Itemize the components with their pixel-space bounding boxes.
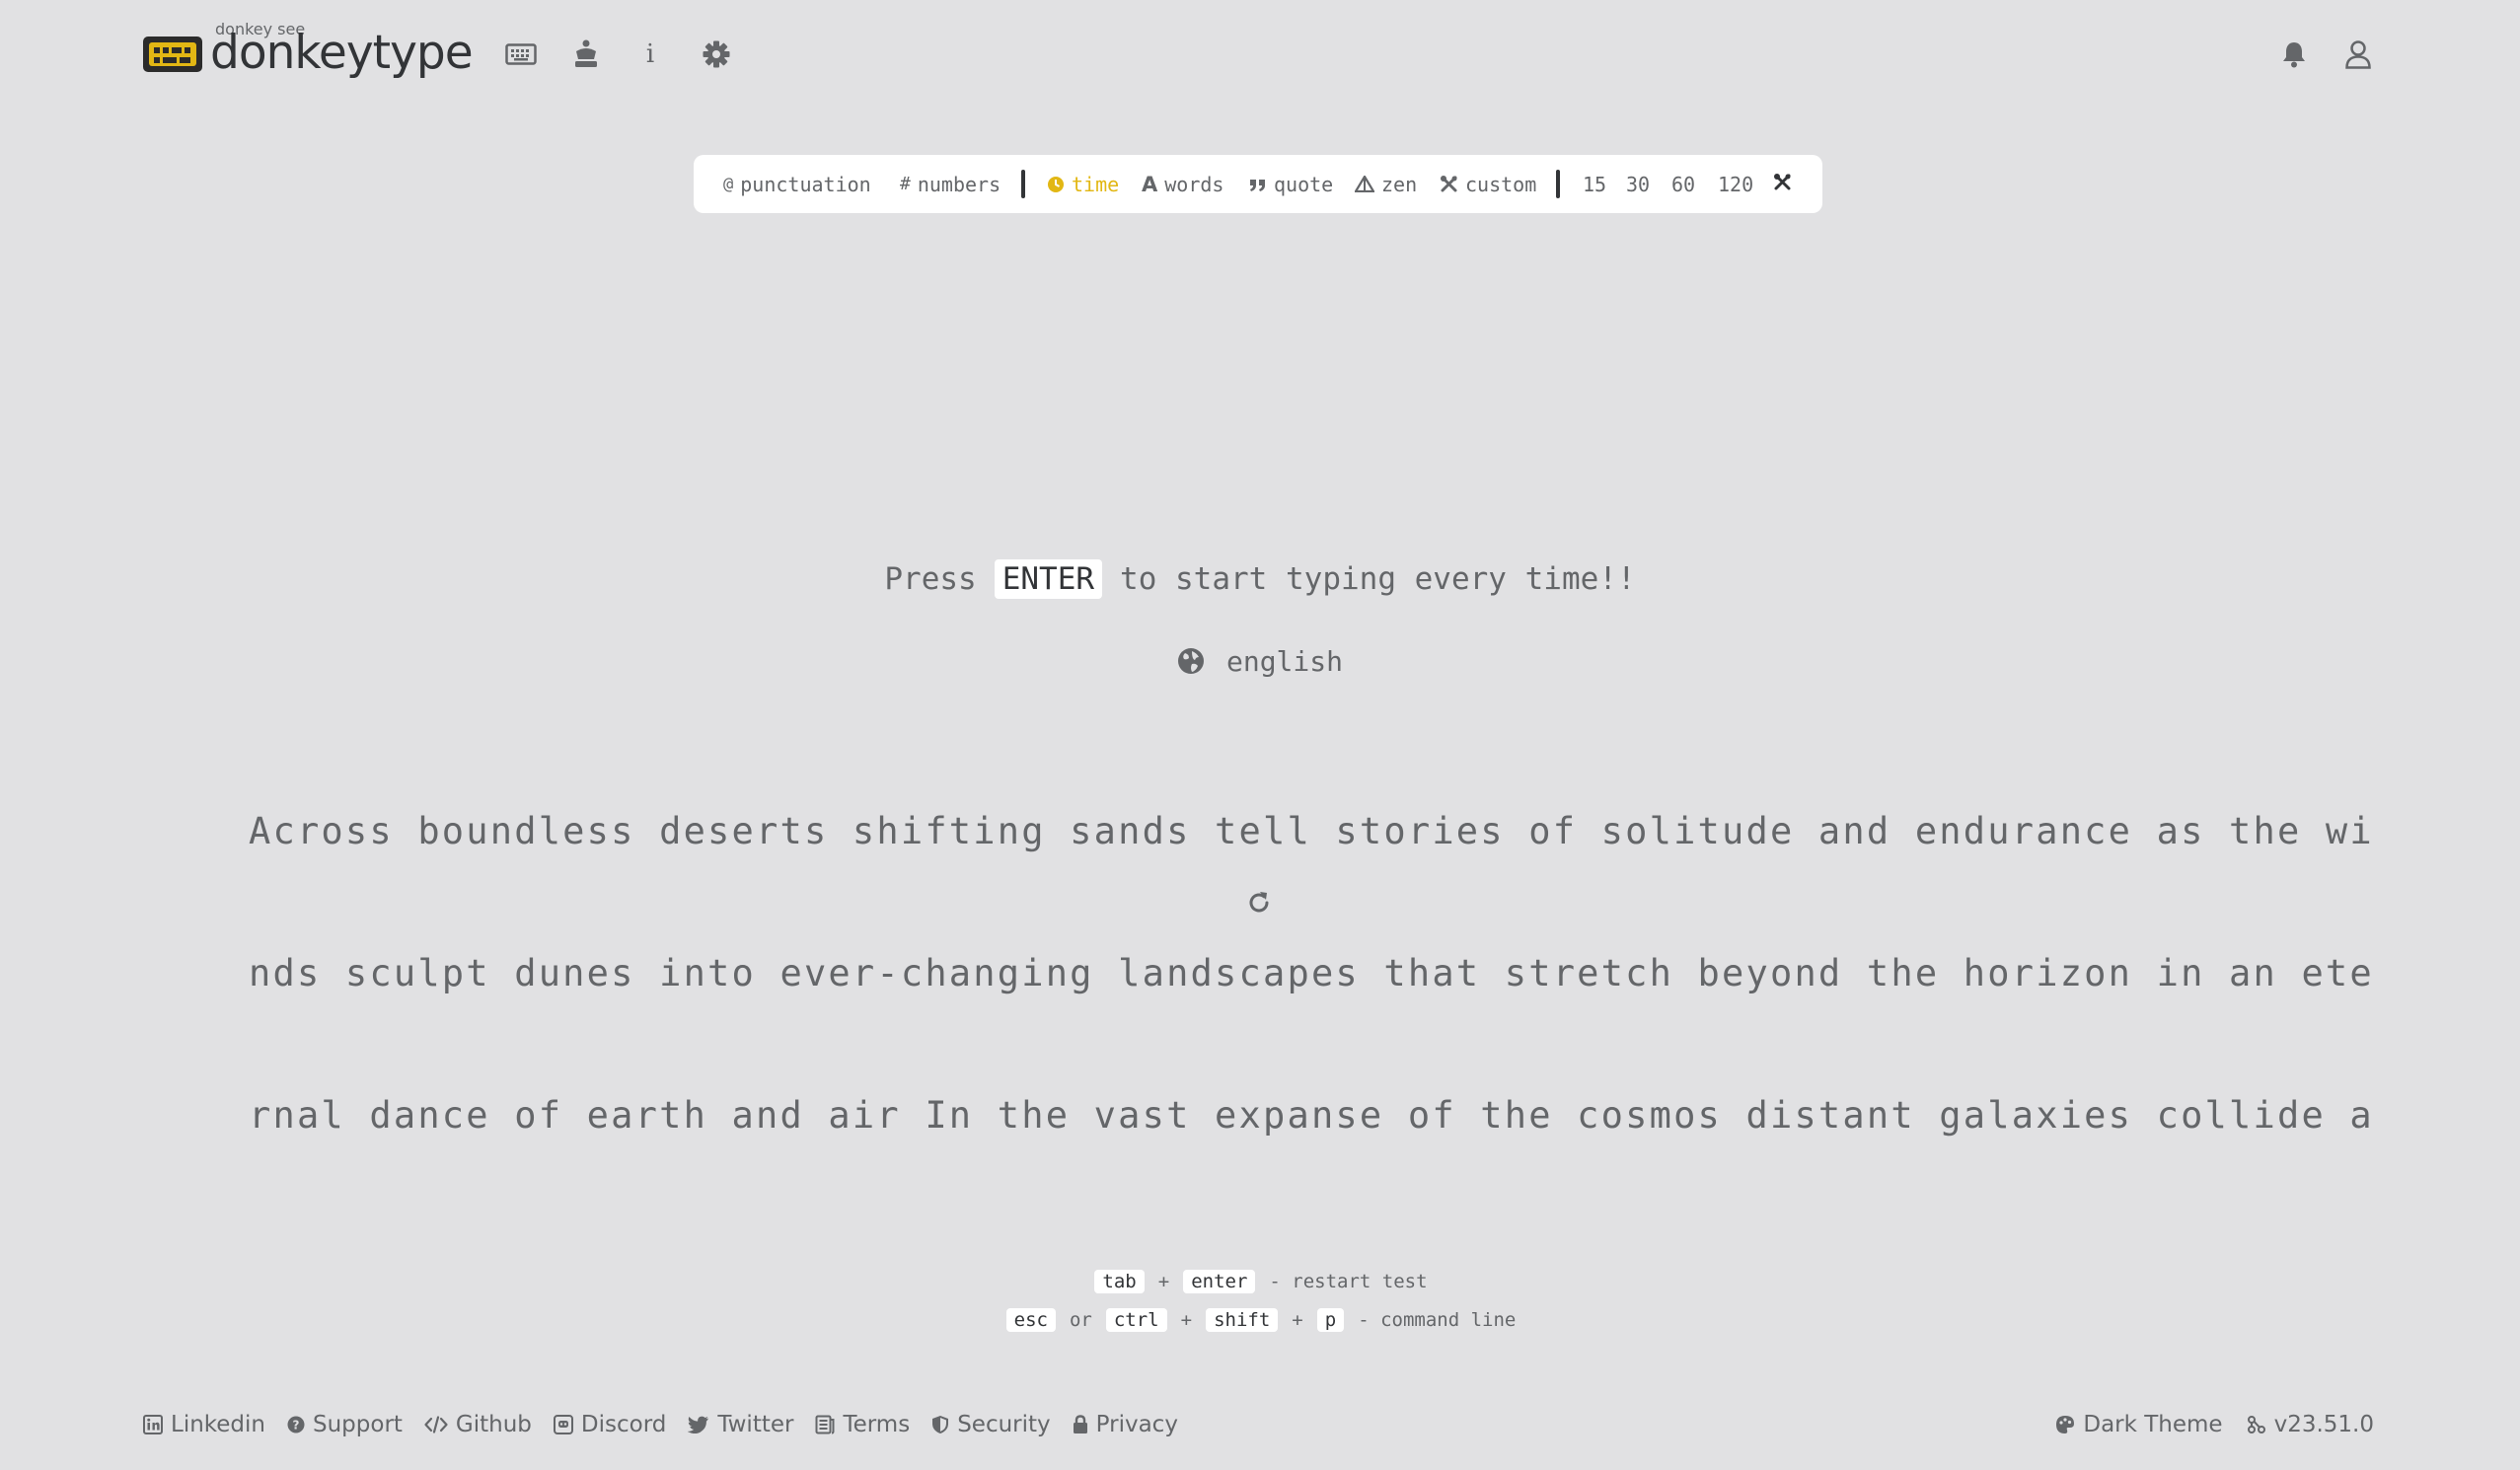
time-label: time xyxy=(1072,172,1120,196)
language-label: english xyxy=(1225,644,1343,678)
keyboard-logo-icon xyxy=(143,37,202,72)
twitter-icon xyxy=(688,1416,709,1433)
shield-icon xyxy=(931,1415,949,1434)
footer-right: Dark Theme v23.51.0 xyxy=(2032,1409,2374,1440)
hint-description: - command line xyxy=(1358,1309,1517,1331)
footer-link-label: Privacy xyxy=(1095,1412,1178,1437)
restart-button[interactable] xyxy=(1242,888,1276,921)
branch-icon xyxy=(2247,1415,2266,1434)
test-config-bar: @ punctuation # numbers time A words quo… xyxy=(694,155,1822,213)
code-icon xyxy=(424,1416,448,1433)
globe-icon xyxy=(1177,647,1205,675)
key-enter: enter xyxy=(1183,1270,1256,1293)
tools-icon xyxy=(1440,175,1458,193)
punctuation-label: punctuation xyxy=(740,172,871,196)
hash-icon: # xyxy=(900,174,911,194)
tools-icon xyxy=(1773,173,1792,196)
words-line: rnal dance of earth and air In the vast … xyxy=(249,1094,2374,1137)
svg-text:?: ? xyxy=(293,1419,300,1433)
mountain-icon xyxy=(1355,176,1374,192)
version-button[interactable]: v23.51.0 xyxy=(2247,1412,2374,1437)
plus-sign: + xyxy=(1292,1309,1303,1331)
config-divider xyxy=(1556,170,1560,198)
key-ctrl: ctrl xyxy=(1105,1308,1167,1332)
key-shift: shift xyxy=(1206,1308,1279,1332)
footer-link-support[interactable]: ? Support xyxy=(287,1412,403,1437)
enter-key: ENTER xyxy=(994,559,1103,599)
footer-link-privacy[interactable]: Privacy xyxy=(1073,1412,1178,1437)
words-line: Across boundless deserts shifting sands … xyxy=(249,810,2374,852)
at-icon: @ xyxy=(723,174,734,194)
footer-link-terms[interactable]: Terms xyxy=(815,1412,910,1437)
footer-link-label: Github xyxy=(455,1412,532,1437)
footer-links: Linkedin ? Support Github Discord Twitte… xyxy=(143,1409,1200,1440)
question-icon: ? xyxy=(287,1416,305,1433)
palette-icon xyxy=(2055,1415,2075,1434)
custom-duration-button[interactable] xyxy=(1773,155,1792,213)
key-p: p xyxy=(1316,1308,1345,1332)
quote-label: quote xyxy=(1274,172,1334,196)
numbers-toggle[interactable]: # numbers xyxy=(900,155,1001,213)
footer-link-github[interactable]: Github xyxy=(424,1412,532,1437)
custom-label: custom xyxy=(1465,172,1537,196)
command-line-hint: esc or ctrl + shift + p - command line xyxy=(0,1306,2520,1334)
mode-words[interactable]: A words xyxy=(1142,155,1223,213)
document-icon xyxy=(815,1415,835,1434)
config-divider xyxy=(1021,170,1025,198)
theme-label: Dark Theme xyxy=(2083,1412,2223,1437)
words-display[interactable]: Across boundless deserts shifting sands … xyxy=(249,713,2374,1234)
redo-icon xyxy=(1246,890,1272,919)
punctuation-toggle[interactable]: @ punctuation xyxy=(723,155,871,213)
plus-sign: + xyxy=(1180,1309,1193,1331)
theme-button[interactable]: Dark Theme xyxy=(2055,1412,2223,1437)
key-tab: tab xyxy=(1094,1270,1145,1293)
plus-sign: + xyxy=(1157,1271,1170,1292)
gear-icon[interactable] xyxy=(699,37,734,71)
zen-label: zen xyxy=(1381,172,1418,196)
mode-quote[interactable]: quote xyxy=(1249,155,1333,213)
footer-link-linkedin[interactable]: Linkedin xyxy=(143,1412,265,1437)
lock-icon xyxy=(1073,1415,1088,1434)
linkedin-icon xyxy=(143,1415,163,1434)
footer-link-label: Discord xyxy=(580,1412,667,1437)
footer-link-label: Security xyxy=(957,1412,1051,1437)
language-selector[interactable]: english xyxy=(0,639,2520,683)
user-icon[interactable] xyxy=(2340,37,2376,71)
press-enter-message: Press ENTER to start typing every time!! xyxy=(0,554,2520,604)
footer-link-discord[interactable]: Discord xyxy=(553,1412,667,1437)
footer-link-twitter[interactable]: Twitter xyxy=(688,1412,793,1437)
version-label: v23.51.0 xyxy=(2273,1412,2374,1437)
footer-link-label: Support xyxy=(313,1412,403,1437)
discord-icon xyxy=(553,1415,573,1434)
page: donkey see donkeytype i @ punctuation # … xyxy=(0,0,2520,1470)
duration-15[interactable]: 15 xyxy=(1583,155,1606,213)
duration-30[interactable]: 30 xyxy=(1626,155,1650,213)
keyboard-icon[interactable] xyxy=(503,37,539,71)
press-prefix: Press xyxy=(884,561,977,597)
letter-a-icon: A xyxy=(1142,172,1158,196)
info-icon[interactable]: i xyxy=(632,37,668,71)
or-text: or xyxy=(1069,1309,1092,1331)
hint-description: - restart test xyxy=(1269,1271,1428,1292)
restart-hint: tab + enter - restart test xyxy=(0,1268,2520,1295)
bell-icon[interactable] xyxy=(2276,37,2312,71)
key-esc: esc xyxy=(1005,1308,1056,1332)
mode-zen[interactable]: zen xyxy=(1355,155,1417,213)
logo-text: donkeytype xyxy=(210,26,474,80)
footer-link-security[interactable]: Security xyxy=(931,1412,1051,1437)
duration-60[interactable]: 60 xyxy=(1671,155,1695,213)
numbers-label: numbers xyxy=(917,172,1001,196)
mode-custom[interactable]: custom xyxy=(1440,155,1536,213)
duration-120[interactable]: 120 xyxy=(1718,155,1753,213)
press-suffix: to start typing every time!! xyxy=(1120,561,1636,597)
footer-link-label: Terms xyxy=(843,1412,911,1437)
quote-icon xyxy=(1249,177,1267,192)
footer-link-label: Linkedin xyxy=(171,1412,265,1437)
words-label: words xyxy=(1164,172,1224,196)
clock-icon xyxy=(1047,176,1065,193)
mode-time[interactable]: time xyxy=(1047,155,1119,213)
footer-link-label: Twitter xyxy=(717,1412,794,1437)
crown-icon[interactable] xyxy=(568,37,604,71)
words-line: nds sculpt dunes into ever-changing land… xyxy=(249,952,2374,994)
